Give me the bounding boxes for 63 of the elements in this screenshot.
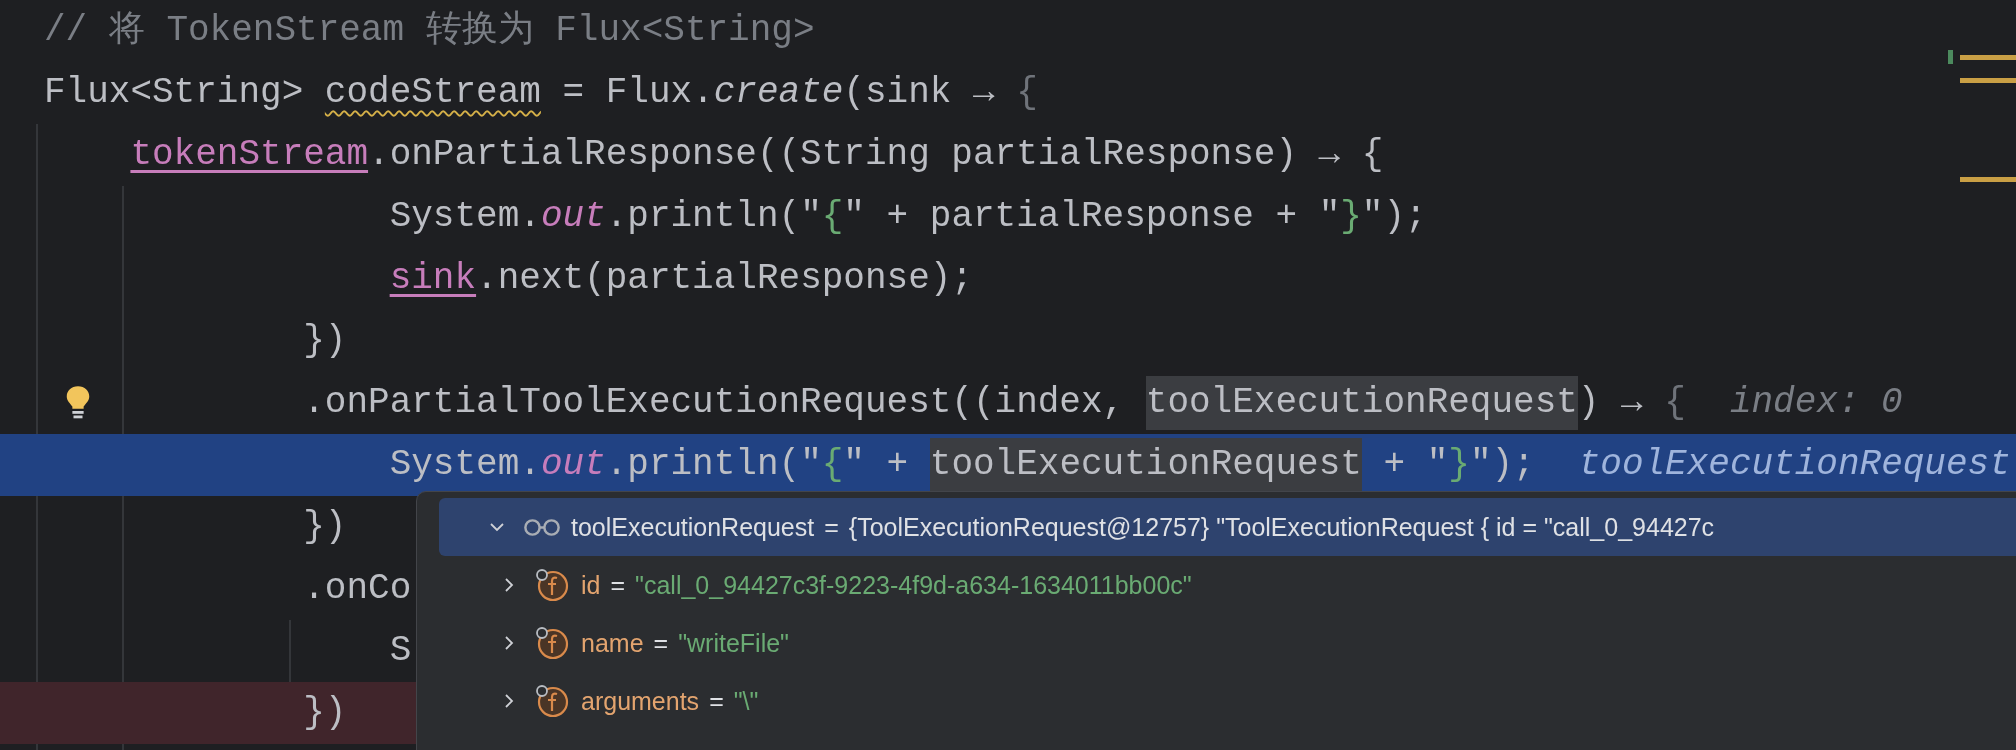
code-token: {	[821, 444, 844, 485]
variable-name: id	[581, 570, 601, 600]
inline-value-hint: index: 0	[1729, 382, 1903, 423]
code-token: sink	[389, 258, 477, 299]
change-stripe-mark	[1948, 50, 1953, 64]
code-token: " + partialResponse + "	[843, 196, 1341, 237]
code-token: })	[303, 506, 347, 547]
code-token: .onPartialResponse((String partialResponse) → {	[368, 134, 1384, 175]
code-token: create	[713, 72, 844, 113]
equals-sign: =	[610, 570, 626, 600]
code-token: {	[821, 196, 844, 237]
code-token: // 将 TokenStream 转换为 Flux<String>	[44, 10, 815, 51]
code-token: out	[540, 444, 606, 485]
field-icon	[535, 568, 569, 602]
code-token: System.	[389, 196, 541, 237]
glasses-icon	[523, 517, 561, 537]
code-token: })	[303, 692, 347, 733]
code-token: }	[1448, 444, 1470, 485]
warning-stripe-mark	[1960, 78, 2016, 83]
inline-value-hint: toolExecutionRequest	[1578, 444, 2011, 485]
code-token: Flux<String>	[44, 72, 305, 113]
code-token: ) →	[1577, 382, 1644, 423]
code-token: (sink →	[843, 72, 996, 113]
code-token: }	[1340, 196, 1362, 237]
code-token: .println("	[605, 196, 822, 237]
tree-row[interactable]: arguments = "\"	[417, 672, 2016, 730]
code-token: tokenStream	[130, 134, 369, 175]
code-token: .println("	[605, 444, 822, 485]
equals-sign: =	[824, 512, 839, 542]
variable-value: "writeFile"	[678, 628, 789, 658]
code-token: .next(partialResponse);	[476, 258, 973, 299]
equals-sign: =	[653, 628, 669, 658]
tree-row[interactable]: toolExecutionRequest = {ToolExecutionRequest@12757} "ToolExecutionRequest { id = "call_0_94427c	[439, 498, 2016, 556]
variable-value: {ToolExecutionRequest@12757} "ToolExecutionRequest { id = "call_0_94427c	[848, 512, 1715, 542]
code-token: .onCo	[303, 568, 412, 609]
code-token: toolExecutionRequest	[929, 438, 1362, 492]
code-token: + "	[1382, 444, 1449, 485]
lightbulb-icon[interactable]	[64, 384, 92, 420]
code-token: ");	[1469, 444, 1535, 485]
code-token: S	[389, 630, 412, 671]
tree-row[interactable]: id = "call_0_94427c3f-9223-4f9d-a634-1634011bb00c"	[417, 556, 2016, 614]
code-token: {	[1016, 72, 1038, 113]
code-token: = Flux.	[561, 72, 714, 113]
variable-name: name	[581, 628, 644, 658]
warning-stripe-mark	[1960, 55, 2016, 60]
code-token: toolExecutionRequest	[1145, 376, 1578, 430]
equals-sign: =	[709, 686, 724, 716]
variable-name: arguments	[581, 686, 700, 716]
code-token: codeStream	[324, 72, 541, 113]
field-icon	[535, 684, 569, 718]
code-token: {	[1664, 382, 1686, 423]
code-token: " +	[843, 444, 910, 485]
code-token: .onPartialToolExecutionRequest((index,	[303, 382, 1126, 423]
code-token: })	[303, 320, 347, 361]
code-token: System.	[389, 444, 541, 485]
warning-stripe-mark	[1960, 177, 2016, 182]
variable-value: "call_0_94427c3f-9223-4f9d-a634-1634011bb00c"	[635, 570, 1192, 600]
field-icon	[535, 626, 569, 660]
variable-name: toolExecutionRequest	[571, 512, 815, 542]
code-token: ");	[1361, 196, 1427, 237]
code-token: out	[540, 196, 606, 237]
variable-value: "\"	[733, 686, 759, 716]
tree-row[interactable]: name = "writeFile"	[417, 614, 2016, 672]
